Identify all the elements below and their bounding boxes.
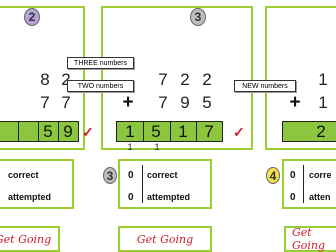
level-badge: 3 [190,8,206,26]
digit: 1 [318,70,328,89]
correct-label: correct [147,170,178,180]
digit: 1 [318,93,328,112]
digit: 8 [40,70,50,89]
digit: 2 [202,70,212,89]
answer-digit-input[interactable]: 2 [313,122,329,142]
answer-digit-input[interactable]: 9 [60,122,76,142]
answer-divider [38,122,39,141]
new-numbers-button[interactable]: NEW numbers [234,80,296,92]
digit: 7 [40,93,50,112]
attempted-label: attempted [8,192,52,202]
answer-divider [58,122,59,141]
get-going-button[interactable]: Get Going [0,226,60,252]
digit: 5 [202,93,212,112]
three-numbers-button[interactable]: THREE numbers [67,57,134,69]
two-numbers-button[interactable]: TWO numbers [67,80,134,92]
carry-digit: 1 [127,142,133,152]
attempted-count: 0 [128,192,134,203]
get-going-button[interactable]: Get Going [118,226,212,252]
plus-sign: + [122,92,134,113]
answer-digit-input[interactable]: 5 [40,122,56,142]
score-badge: 3 [103,167,117,184]
attempted-label: atten [309,192,331,202]
digit: 2 [180,70,190,89]
answer-bar: 2 [282,121,336,142]
correct-label: correct [8,170,39,180]
plus-sign: + [289,92,301,113]
correct-count: 0 [128,170,134,181]
check-icon: ✓ [82,124,94,140]
score-box: correct attempted [0,159,74,209]
answer-bar: 5 9 [0,121,79,142]
attempted-label: attempted [147,192,191,202]
answer-digit-input[interactable]: 1 [175,122,191,142]
correct-label: corre [309,170,332,180]
digit: 7 [158,93,168,112]
digit: 7 [61,93,71,112]
score-badge: 4 [266,167,280,184]
answer-digit-input[interactable]: 7 [201,122,217,142]
answer-divider [170,122,171,141]
digit: 7 [158,70,168,89]
score-box: 0 correct 0 attempted [118,159,212,209]
digit: 9 [180,93,190,112]
answer-digit-input[interactable]: 1 [122,122,138,142]
carry-digit: 1 [154,142,160,152]
score-divider [303,165,304,203]
answer-divider [18,122,19,141]
answer-divider [196,122,197,141]
score-box: 0 corre 0 atten [282,159,336,209]
answer-bar: 1 5 1 7 [116,121,223,142]
attempted-count: 0 [290,192,296,203]
answer-digit-input[interactable]: 5 [148,122,164,142]
get-going-button[interactable]: Get Going [284,226,336,252]
level-badge: 2 [24,8,40,26]
correct-count: 0 [290,170,296,181]
score-divider [142,165,143,203]
answer-divider [143,122,144,141]
check-icon: ✓ [233,124,245,140]
